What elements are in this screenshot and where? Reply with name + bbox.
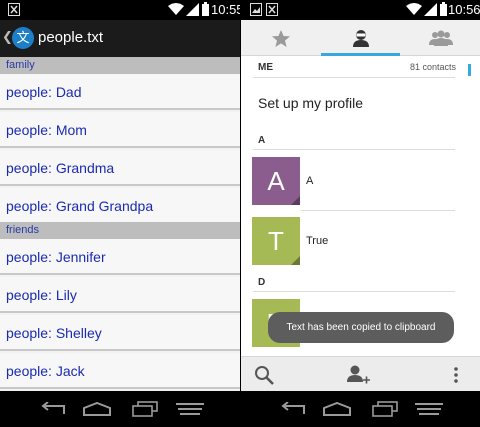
group-icon (428, 30, 453, 46)
contact-count: 81 contacts (409, 62, 456, 72)
active-tab-indicator (321, 53, 400, 56)
back-icon (281, 402, 305, 414)
text-file-viewer: ❮ 文 people.txt family people: Dad people… (0, 20, 240, 391)
home-icon (323, 402, 351, 416)
wifi-icon (168, 3, 184, 15)
back-button[interactable] (278, 400, 308, 418)
section-header-friends: friends (0, 222, 240, 239)
menu-button[interactable] (414, 400, 444, 418)
divider (301, 210, 455, 211)
back-icon (41, 402, 65, 414)
corner-mark (291, 256, 300, 265)
list-item[interactable]: people: Dad (0, 74, 240, 110)
divider (253, 77, 455, 78)
search-button[interactable] (249, 363, 279, 387)
status-bar-right: 10:56 (242, 0, 480, 20)
list-item[interactable]: people: Grand Grandpa (0, 188, 240, 224)
corner-mark (291, 196, 300, 205)
list-item[interactable]: people: Jennifer (0, 239, 240, 275)
status-bar-left: 10:55 (0, 0, 244, 20)
list-item[interactable]: people: Grandma (0, 150, 240, 186)
section-letter-a: A (258, 135, 266, 146)
file-title: people.txt (38, 29, 104, 46)
search-icon (255, 366, 274, 385)
contact-photo[interactable]: T (252, 217, 300, 265)
tab-bar (241, 20, 480, 56)
recents-button[interactable] (370, 400, 400, 418)
overflow-menu-button[interactable] (441, 363, 471, 387)
translate-app-icon[interactable]: 文 (12, 27, 34, 49)
menu-icon (176, 403, 204, 415)
contact-photo[interactable]: A (252, 157, 300, 205)
signal-icon (424, 3, 437, 16)
status-time: 10:56 (448, 2, 480, 17)
star-icon (271, 29, 290, 47)
divider (253, 291, 455, 292)
contacts-app: ME 81 contacts Set up my profile A A A T… (241, 20, 480, 391)
section-header-family: family (0, 57, 240, 74)
signal-icon (186, 3, 199, 16)
wifi-icon (406, 3, 422, 15)
tab-favorites[interactable] (241, 20, 320, 56)
tab-groups[interactable] (401, 20, 480, 56)
add-person-icon (347, 365, 370, 384)
image-notification-icon (250, 3, 262, 16)
contact-name[interactable]: True (306, 235, 328, 247)
battery-icon (440, 2, 447, 16)
divider (253, 149, 455, 150)
action-bar: ❮ 文 people.txt (0, 20, 240, 57)
home-icon (83, 402, 111, 416)
more-vert-icon (454, 367, 458, 383)
battery-icon (202, 2, 209, 16)
recents-icon (132, 401, 158, 417)
home-button[interactable] (322, 400, 352, 418)
notification-icon (266, 3, 278, 16)
list-item[interactable]: people: Jack (0, 353, 240, 389)
navigation-bar-left (0, 391, 240, 427)
status-time: 10:55 (211, 2, 244, 17)
list-item[interactable]: people: Mom (0, 112, 240, 148)
person-icon (352, 30, 369, 47)
bottom-action-bar (241, 356, 480, 391)
list-item[interactable]: people: Lily (0, 277, 240, 313)
scrollbar[interactable] (468, 64, 471, 76)
setup-profile-item[interactable]: Set up my profile (258, 95, 363, 111)
navigation-bar-right (242, 391, 480, 427)
contact-name[interactable]: A (306, 175, 313, 187)
list-item[interactable]: people: Shelley (0, 315, 240, 351)
recents-button[interactable] (130, 400, 160, 418)
section-letter-d: D (258, 277, 266, 288)
add-contact-button[interactable] (344, 363, 374, 387)
menu-button[interactable] (175, 400, 205, 418)
tab-me[interactable] (321, 20, 400, 56)
toast-message: Text has been copied to clipboard (268, 312, 454, 343)
notification-icon (8, 3, 20, 16)
menu-icon (415, 403, 443, 415)
home-button[interactable] (82, 400, 112, 418)
back-button[interactable] (38, 400, 68, 418)
me-section-label: ME (258, 62, 273, 73)
recents-icon (372, 401, 398, 417)
